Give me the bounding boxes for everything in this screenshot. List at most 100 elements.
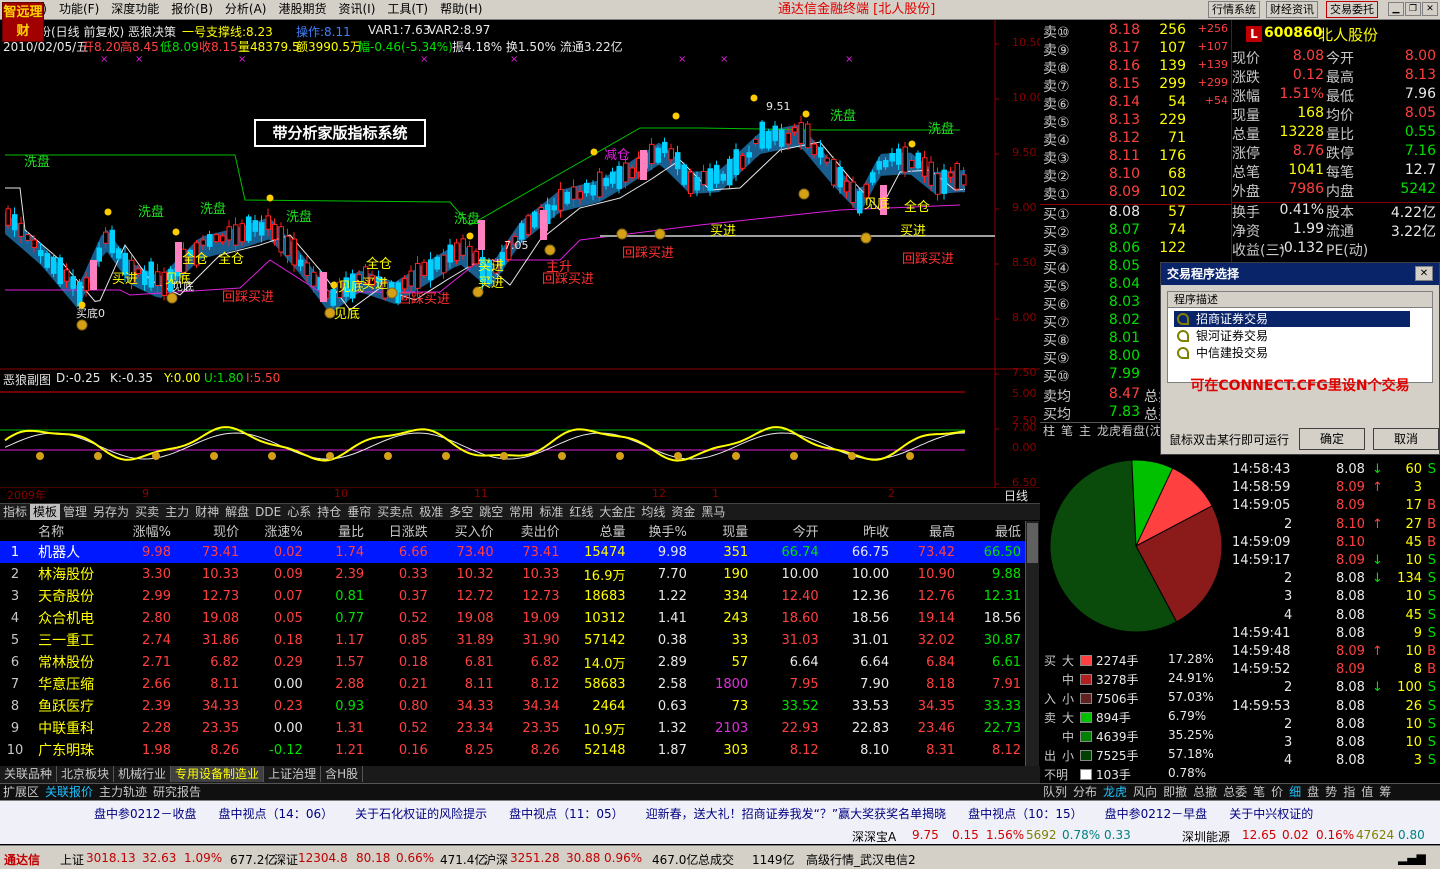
grid-col-header[interactable]: 最低 (959, 520, 1025, 541)
restore-icon[interactable]: ❐ (1405, 2, 1421, 16)
indicator-tab[interactable]: 买卖 (132, 504, 162, 520)
indicator-tab[interactable]: 多空 (446, 504, 476, 520)
minimize-icon[interactable]: ▁ (1388, 2, 1404, 16)
right-tab[interactable]: 总撤 (1190, 784, 1220, 800)
indicator-tab[interactable]: 财神 (192, 504, 222, 520)
news-item[interactable]: 关于中兴权证的 (1229, 807, 1313, 821)
sheet-tab[interactable]: 北京板块 (57, 766, 115, 782)
indicator-tab[interactable]: 大金庄 (596, 504, 638, 520)
indicator-tab[interactable]: 买卖点 (374, 504, 416, 520)
grid-col-header[interactable]: 卖出价 (498, 520, 564, 541)
indicator-tab[interactable]: 常用 (506, 504, 536, 520)
grid-col-header[interactable]: 现价 (175, 520, 243, 541)
grid-col-header[interactable]: 昨收 (823, 520, 893, 541)
indicator-tab[interactable]: 持仓 (314, 504, 344, 520)
program-item-galaxy[interactable]: 银河证券交易 (1174, 328, 1410, 344)
table-row[interactable]: 10 广东明珠 1.98 8.26 -0.12 1.21 0.16 8.25 8.26 52148… (0, 739, 1025, 761)
right-tab[interactable]: 笔 (1250, 784, 1268, 800)
news-item[interactable]: 迎新春，送大礼！招商证券我发“？”赢大奖获奖名单揭晓 (646, 807, 946, 821)
sheet-tab[interactable]: 专用设备制造业 (171, 766, 265, 782)
ask-row[interactable]: 卖① 8.09 102 (1040, 184, 1232, 203)
table-row[interactable]: 1 机器人 9.98 73.41 0.02 1.74 6.66 73.40 73.41 15474… (0, 541, 1025, 563)
right-tab[interactable]: 指 (1340, 784, 1358, 800)
program-item-cmbchina[interactable]: 招商证券交易 (1174, 311, 1410, 327)
close-icon[interactable]: ✕ (1422, 2, 1438, 16)
ask-row[interactable]: 卖④ 8.12 71 (1040, 130, 1232, 149)
indicator-tab[interactable]: 标准 (536, 504, 566, 520)
ask-row[interactable]: 卖⑨ 8.17 107 +107 (1040, 40, 1232, 59)
grid-col-header[interactable]: 日涨跌 (368, 520, 432, 541)
news-item[interactable]: 关于石化权证的风险提示 (355, 807, 487, 821)
menu-hk-futures[interactable]: 港股期货 (272, 0, 332, 19)
menu-info[interactable]: 资讯(I) (332, 0, 381, 19)
menu-analysis[interactable]: 分析(A) (219, 0, 273, 19)
right-tab[interactable]: 势 (1322, 784, 1340, 800)
table-row[interactable]: 3 天奇股份 2.99 12.73 0.07 0.81 0.37 12.72 12.73 1868… (0, 585, 1025, 607)
right-tab[interactable]: 筹 (1376, 784, 1394, 800)
right-tab[interactable]: 值 (1358, 784, 1376, 800)
ask-row[interactable]: 卖⑦ 8.15 299 +299 (1040, 76, 1232, 95)
table-row[interactable]: 6 常林股份 2.71 6.82 0.29 1.57 0.18 6.81 6.82 14.0万 2.… (0, 651, 1025, 673)
sub-tab[interactable]: 研究报告 (150, 784, 204, 800)
sheet-tab[interactable]: 上证治理 (264, 766, 322, 782)
ask-row[interactable]: 卖③ 8.11 176 (1040, 148, 1232, 167)
pie-tab[interactable]: 主 (1076, 423, 1094, 440)
grid-col-header[interactable]: 今开 (752, 520, 822, 541)
right-tab[interactable]: 队列 (1040, 784, 1070, 800)
sheet-tab[interactable]: 机械行业 (114, 766, 172, 782)
right-tab[interactable]: 龙虎 (1100, 784, 1130, 800)
table-row[interactable]: 7 华意压缩 2.66 8.11 0.00 2.88 0.21 8.11 8.12 58683 2.… (0, 673, 1025, 695)
table-row[interactable]: 4 众合机电 2.80 19.08 0.05 0.77 0.52 19.08 19.09 1031… (0, 607, 1025, 629)
scroll-thumb[interactable] (1027, 523, 1038, 563)
indicator-tab[interactable]: 均线 (638, 504, 668, 520)
right-tab[interactable]: 细 (1286, 784, 1304, 800)
ask-row[interactable]: 卖⑥ 8.14 54 +54 (1040, 94, 1232, 113)
grid-col-header[interactable] (0, 520, 34, 541)
sheet-tab[interactable]: 含H股 (321, 766, 364, 782)
right-tab[interactable]: 分布 (1070, 784, 1100, 800)
sub-tab[interactable]: 关联报价 (42, 784, 96, 800)
table-row[interactable]: 9 中联重科 2.28 23.35 0.00 1.31 0.52 23.34 23.35 10.9… (0, 717, 1025, 739)
program-list[interactable]: 程序描述 招商证券交易 银河证券交易 中信建投交易 (1167, 291, 1433, 383)
bid-row[interactable]: 买② 8.07 74 (1040, 222, 1232, 241)
ok-button[interactable]: 确定 (1299, 428, 1365, 450)
indicator-tab[interactable]: 模板 (30, 504, 61, 520)
ask-row[interactable]: 卖⑧ 8.16 139 +139 (1040, 58, 1232, 77)
dialog-close-button[interactable]: ✕ (1415, 266, 1433, 281)
indicator-tab[interactable]: 垂帘 (344, 504, 374, 520)
bid-row[interactable]: 买① 8.08 57 (1040, 204, 1232, 223)
indicator-tab[interactable]: 资金 (668, 504, 698, 520)
grid-scrollbar[interactable] (1025, 521, 1039, 766)
indicator-tab[interactable]: 另存为 (90, 504, 132, 520)
news-item[interactable]: 盘中视点（11：05） (509, 807, 624, 821)
grid-col-header[interactable]: 量比 (307, 520, 368, 541)
news-item[interactable]: 盘中参0212－早盘 (1105, 807, 1208, 821)
right-tab[interactable]: 盘 (1304, 784, 1322, 800)
table-row[interactable]: 2 林海股份 3.30 10.33 0.09 2.39 0.33 10.32 10.33 16.9… (0, 563, 1025, 585)
bid-row[interactable]: 买③ 8.06 122 (1040, 240, 1232, 259)
sheet-tab[interactable]: 关联品种 (0, 766, 58, 782)
grid-col-header[interactable]: 买入价 (432, 520, 498, 541)
period-label[interactable]: 日线 (1004, 487, 1028, 504)
news-item[interactable]: 盘中参0212－收盘 (94, 807, 197, 821)
grid-col-header[interactable]: 涨幅% (125, 520, 175, 541)
indicator-tab[interactable]: 主力 (162, 504, 192, 520)
pie-tab[interactable]: 笔 (1058, 423, 1076, 440)
menu-help[interactable]: 帮助(H) (434, 0, 488, 19)
menu-quote[interactable]: 报价(B) (165, 0, 219, 19)
sub-tab[interactable]: 主力轨迹 (96, 784, 150, 800)
indicator-tab[interactable]: 解盘 (222, 504, 252, 520)
program-item-csc[interactable]: 中信建投交易 (1174, 345, 1410, 361)
indicator-tab[interactable]: 黑马 (698, 504, 728, 520)
grid-col-header[interactable]: 涨速% (243, 520, 307, 541)
right-tab[interactable]: 价 (1268, 784, 1286, 800)
grid-col-header[interactable]: 最高 (893, 520, 959, 541)
news-item[interactable]: 盘中视点（14：06） (219, 807, 334, 821)
table-row[interactable]: 5 三一重工 2.74 31.86 0.18 1.17 0.85 31.89 31.90 5714… (0, 629, 1025, 651)
grid-col-header[interactable]: 总量 (564, 520, 630, 541)
server-label[interactable]: 高级行情_武汉电信2 (806, 851, 916, 868)
right-tab[interactable]: 风向 (1130, 784, 1160, 800)
indicator-tab[interactable]: 心系 (284, 504, 314, 520)
grid-col-header[interactable]: 现量 (691, 520, 752, 541)
indicator-tab[interactable]: 极准 (416, 504, 446, 520)
